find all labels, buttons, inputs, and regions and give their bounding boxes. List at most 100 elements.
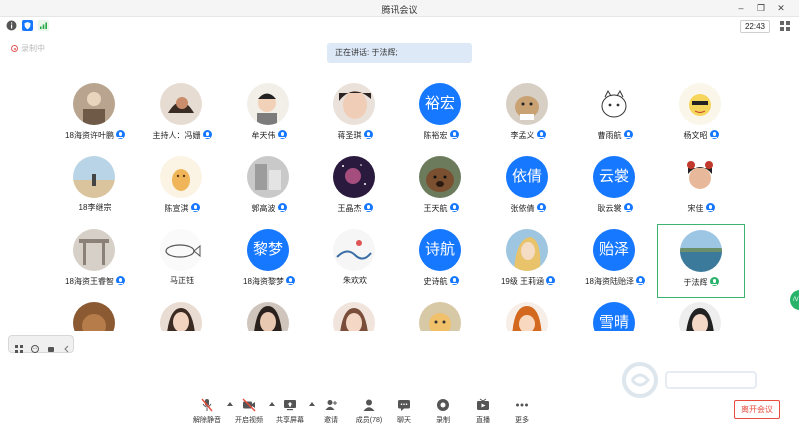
bottom-toolbar: 解除静音 开启视频 共享屏幕 邀请 成员(78) 聊天 录制 直播 更多 [0,393,799,427]
mic-icon [536,203,546,212]
invite-icon [325,400,337,410]
participant-tile[interactable] [486,297,570,331]
participant-tile[interactable]: 朱欢欢 [313,224,397,296]
participant-tile[interactable] [659,297,743,331]
participant-tile[interactable]: 宋佳 [659,151,743,223]
collapse-icon[interactable] [63,340,71,353]
participant-tile[interactable]: 依倩 张依倩 [486,151,570,223]
share-screen-icon [284,400,296,411]
avatar [679,156,721,198]
more-button[interactable]: 更多 [504,398,540,426]
participant-tile[interactable] [53,297,137,331]
avatar: 云裳 [593,156,635,198]
avatar [680,230,722,272]
mic-icon [202,130,212,139]
avatar [419,302,461,331]
record-dot-icon [11,45,18,52]
participant-tile[interactable]: 王天航 [399,151,483,223]
participant-name: 18海资陆贻泽 [585,277,634,286]
avatar [593,83,635,125]
participant-name: 马正钰 [170,276,194,285]
recording-label: 录制中 [21,44,45,53]
hand-icon[interactable] [47,340,55,352]
live-icon [477,398,489,410]
chat-button[interactable]: 聊天 [386,398,422,426]
avatar: 黎梦 [247,229,289,271]
mic-icon [449,203,459,212]
participant-name: 蒋圣琪 [337,131,362,140]
participant-name: 主持人：冯姗 [152,131,201,140]
side-panel-tab[interactable]: /V [790,290,799,310]
restore-icon[interactable]: ❐ [755,2,767,14]
close-icon[interactable]: ✕ [775,2,787,14]
avatar [506,83,548,125]
avatar [333,229,375,271]
participant-tile[interactable]: 郭高波 [227,151,311,223]
avatar [160,229,202,271]
participant-tile[interactable]: 18海资王睿智 [53,224,137,296]
avatar [419,156,461,198]
participant-tile[interactable]: 裕宏 陈裕宏 [399,78,483,150]
start-video-button[interactable]: 开启视频 [231,398,267,426]
invite-button[interactable]: 邀请 [313,398,349,426]
participant-tile[interactable] [227,297,311,331]
mic-icon [635,276,645,285]
info-icon[interactable] [6,20,17,31]
participant-tile[interactable]: 蒋圣琪 [313,78,397,150]
participant-name: 朱欢欢 [343,276,367,285]
participant-name: 杨文昭 [683,131,708,140]
participant-tile[interactable] [399,297,483,331]
participant-name: 陈裕宏 [423,131,448,140]
minimize-icon[interactable]: – [735,2,747,14]
participant-tile[interactable] [313,297,397,331]
avatar: 贻泽 [593,229,635,271]
avatar [73,156,115,198]
layout-icon[interactable] [15,340,23,353]
avatar [333,156,375,198]
emoji-icon[interactable] [31,340,39,353]
participant-tile[interactable]: 云裳 耿云裳 [573,151,657,223]
info-row: 22:43 [0,17,799,35]
unmute-button[interactable]: 解除静音 [189,398,225,426]
avatar [247,156,289,198]
participant-name: 史诗航 [423,277,448,286]
participant-tile[interactable]: 18李继宗 [53,151,137,223]
participant-tile[interactable]: 18海资许叶鹏 [53,78,137,150]
participant-tile[interactable]: 贻泽 18海资陆贻泽 [573,224,657,296]
participant-tile[interactable]: 雪晴 [573,297,657,331]
members-icon [363,399,375,411]
chat-icon [398,400,410,411]
signal-icon[interactable] [38,20,49,31]
participant-tile[interactable]: 19级 王莉涵 [486,224,570,296]
record-button[interactable]: 录制 [425,398,461,426]
avatar [160,83,202,125]
participant-name: 张依倩 [510,204,535,213]
unmute-label: 解除静音 [193,417,221,424]
mic-icon [190,203,200,212]
avatar [160,302,202,331]
leave-meeting-button[interactable]: 离开会议 [734,400,780,419]
more-label: 更多 [515,417,529,424]
mic-muted-icon [201,398,213,412]
participant-tile[interactable]: 曹雨航 [573,78,657,150]
mic-icon [623,130,633,139]
participant-tile-active-speaker[interactable]: 于法辉 [657,224,745,298]
shield-icon[interactable] [22,20,33,31]
participant-tile[interactable] [140,297,224,331]
participant-tile[interactable]: 陈宣淇 [140,151,224,223]
avatar: 裕宏 [419,83,461,125]
participant-tile[interactable]: 马正钰 [140,224,224,296]
participant-tile[interactable]: 黎梦 18海资黎梦 [227,224,311,296]
participant-name: 王天航 [423,204,448,213]
share-screen-button[interactable]: 共享屏幕 [272,398,308,426]
participant-tile[interactable]: 诗航 史诗航 [399,224,483,296]
participant-tile[interactable]: 杨文昭 [659,78,743,150]
participant-tile[interactable]: 李孟义 [486,78,570,150]
participant-tile[interactable]: 主持人：冯姗 [140,78,224,150]
participant-tile[interactable]: 王晶杰 [313,151,397,223]
camera-off-icon [242,398,256,412]
participant-name: 19级 王莉涵 [500,277,545,286]
gallery-view-icon[interactable] [780,21,790,31]
live-button[interactable]: 直播 [465,398,501,426]
participant-tile[interactable]: 牟天伟 [227,78,311,150]
